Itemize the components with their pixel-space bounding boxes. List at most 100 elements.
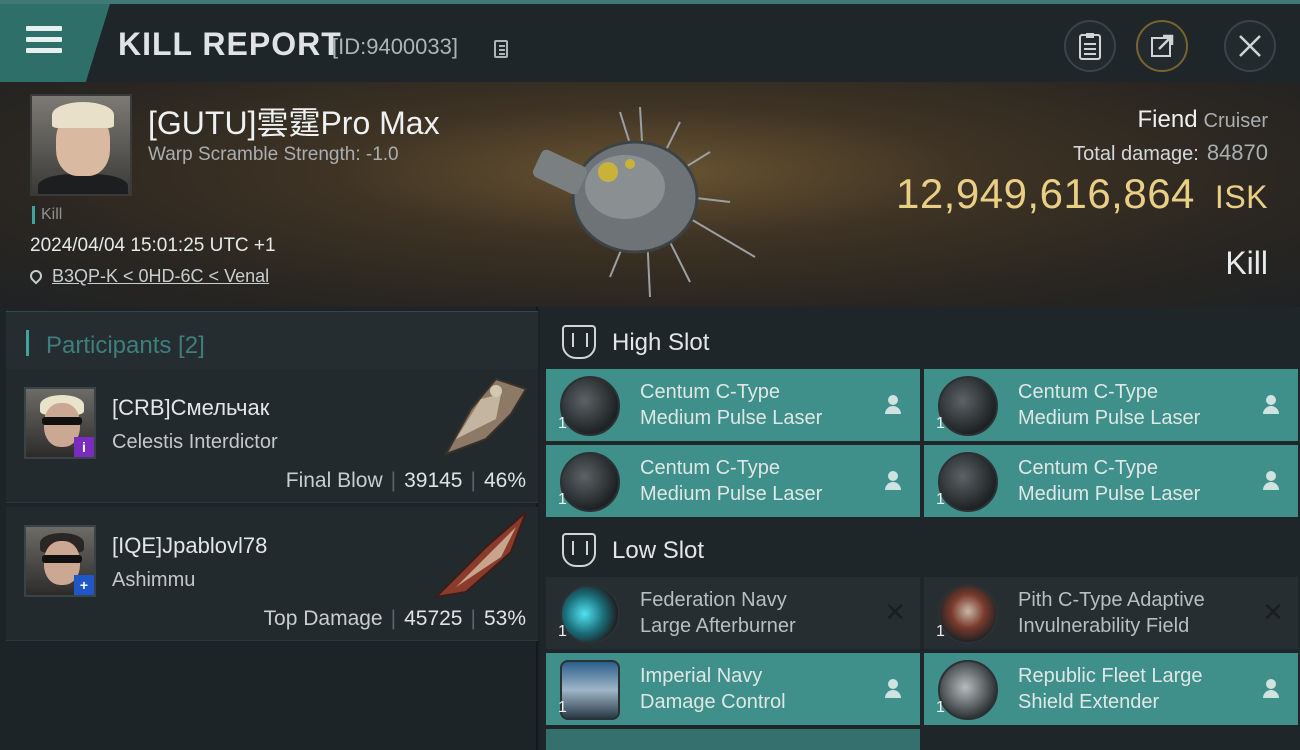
participant-percent: 53% <box>483 607 526 630</box>
laser-module-icon <box>560 376 620 436</box>
participant-avatar[interactable]: + <box>24 525 96 597</box>
module-quantity: 1 <box>936 415 945 432</box>
participant-avatar[interactable]: i <box>24 387 96 459</box>
module-name: Imperial Navy Damage Control <box>640 665 786 713</box>
participant-stats: Top Damage | 45725 | 53% <box>263 607 526 630</box>
participant-name[interactable]: [CRB]Смельчак <box>112 395 269 421</box>
destroyed-x-icon: ✕ <box>1262 597 1284 627</box>
clipboard-icon <box>1079 33 1101 60</box>
damage-control-module-icon <box>560 660 620 720</box>
location-pin-icon <box>27 267 45 285</box>
ship-name: Fiend <box>1137 106 1198 133</box>
participant-row[interactable]: i [CRB]Смельчак Celestis Interdictor Fin… <box>6 369 538 503</box>
module-name: Centum C-Type Medium Pulse Laser <box>1018 457 1201 505</box>
result-label: Kill <box>1225 245 1268 281</box>
module-item[interactable]: 1 Centum C-Type Medium Pulse Laser <box>546 445 920 517</box>
hamburger-menu-icon <box>26 26 62 59</box>
participant-ship-image <box>433 511 527 599</box>
laser-module-icon <box>938 376 998 436</box>
participant-ship: Celestis Interdictor <box>112 431 278 453</box>
copy-icon[interactable] <box>494 40 508 58</box>
dropped-user-icon <box>884 471 902 491</box>
dropped-user-icon <box>884 395 902 415</box>
participants-panel: Participants [2] i [CRB]Смельчак Celesti… <box>0 307 538 750</box>
kill-location[interactable]: B3QP-K < 0HD-6C < Venal <box>27 266 269 287</box>
module-name: Federation Navy Large Afterburner <box>640 589 796 637</box>
low-slot-header: Low Slot <box>548 521 1300 577</box>
menu-button[interactable] <box>0 4 110 82</box>
module-name: Centum C-Type Medium Pulse Laser <box>1018 381 1201 429</box>
victim-ship-image <box>532 106 756 298</box>
fitting-panel: High Slot 1 Centum C-Type Medium Pulse La… <box>540 307 1300 750</box>
destroyed-x-icon: ✕ <box>884 597 906 627</box>
participant-damage: 45725 <box>404 607 463 630</box>
module-quantity: 1 <box>558 491 567 508</box>
low-slot-label: Low Slot <box>612 537 705 564</box>
kill-datetime: 2024/04/04 15:01:25 UTC +1 <box>30 235 276 256</box>
participant-damage: 39145 <box>404 469 463 492</box>
module-item[interactable]: 1 Centum C-Type Medium Pulse Laser <box>546 369 920 441</box>
top-bar: KILL REPORT [ID:9400033] <box>0 0 1300 82</box>
module-item[interactable]: 1 Republic Fleet Large Shield Extender <box>924 653 1298 725</box>
dropped-user-icon <box>1262 395 1280 415</box>
module-name: Centum C-Type Medium Pulse Laser <box>640 381 823 429</box>
isk-value: 12,949,616,864 ISK <box>896 170 1268 218</box>
participant-row[interactable]: + [IQE]Jpablovl78 Ashimmu Top Damage | 457… <box>6 507 538 641</box>
participant-ship-image <box>443 377 528 456</box>
close-button[interactable] <box>1224 20 1276 72</box>
participant-name[interactable]: [IQE]Jpablovl78 <box>112 533 267 559</box>
total-damage-label: Total damage: <box>1073 143 1199 165</box>
total-damage-value: 84870 <box>1206 140 1268 165</box>
module-item[interactable]: 1 Centum C-Type Medium Pulse Laser <box>924 445 1298 517</box>
module-item[interactable]: 1 Federation Navy Large Afterburner ✕ <box>546 577 920 649</box>
victim-name[interactable]: [GUTU]雲霆Pro Max <box>148 98 440 144</box>
laser-module-icon <box>938 452 998 512</box>
isk-amount: 12,949,616,864 <box>895 170 1195 217</box>
participants-header: Participants [2] <box>6 311 538 369</box>
participants-title: Participants [2] <box>46 332 205 359</box>
participant-percent: 46% <box>483 469 526 492</box>
kill-tag: Kill <box>32 206 62 224</box>
high-slot-icon <box>562 325 596 359</box>
participant-role: Final Blow <box>285 469 383 492</box>
module-quantity: 1 <box>558 623 567 640</box>
dropped-user-icon <box>884 679 902 699</box>
laser-module-icon <box>560 452 620 512</box>
clipboard-button[interactable] <box>1064 20 1116 72</box>
participant-role: Top Damage <box>263 607 383 630</box>
module-item[interactable]: 1 Pith C-Type Adaptive Invulnerability Fi… <box>924 577 1298 649</box>
module-quantity: 1 <box>558 415 567 432</box>
badge-icon: + <box>74 575 94 595</box>
module-item[interactable] <box>546 729 920 750</box>
shield-extender-module-icon <box>938 660 998 720</box>
close-icon <box>1239 35 1261 57</box>
module-item[interactable]: 1 Imperial Navy Damage Control <box>546 653 920 725</box>
module-item[interactable]: 1 Centum C-Type Medium Pulse Laser <box>924 369 1298 441</box>
victim-summary: [GUTU]雲霆Pro Max Warp Scramble Strength: … <box>0 82 1300 307</box>
afterburner-module-icon <box>560 584 620 644</box>
module-quantity: 1 <box>936 623 945 640</box>
victim-ship: Fiend Cruiser <box>1138 106 1269 134</box>
module-name: Pith C-Type Adaptive Invulnerability Fiel… <box>1018 589 1205 637</box>
module-quantity: 1 <box>558 699 567 716</box>
victim-portrait[interactable] <box>30 94 132 196</box>
shield-hardener-module-icon <box>938 584 998 644</box>
module-quantity: 1 <box>936 491 945 508</box>
warp-scramble-strength: Warp Scramble Strength: -1.0 <box>148 144 399 165</box>
report-id: [ID:9400033] <box>332 34 458 59</box>
high-slot-label: High Slot <box>612 329 710 356</box>
module-name: Republic Fleet Large Shield Extender <box>1018 665 1203 713</box>
isk-unit: ISK <box>1214 179 1268 215</box>
low-slot-icon <box>562 533 596 567</box>
module-quantity: 1 <box>936 699 945 716</box>
share-button[interactable] <box>1136 20 1188 72</box>
ship-class: Cruiser <box>1203 110 1268 132</box>
badge-icon: i <box>74 437 94 457</box>
total-damage: Total damage: 84870 <box>1073 140 1268 166</box>
dropped-user-icon <box>1262 471 1280 491</box>
location-link[interactable]: B3QP-K < 0HD-6C < Venal <box>52 266 269 286</box>
dropped-user-icon <box>1262 679 1280 699</box>
page-title: KILL REPORT <box>118 26 342 62</box>
module-name: Centum C-Type Medium Pulse Laser <box>640 457 823 505</box>
participant-stats: Final Blow | 39145 | 46% <box>285 469 526 492</box>
